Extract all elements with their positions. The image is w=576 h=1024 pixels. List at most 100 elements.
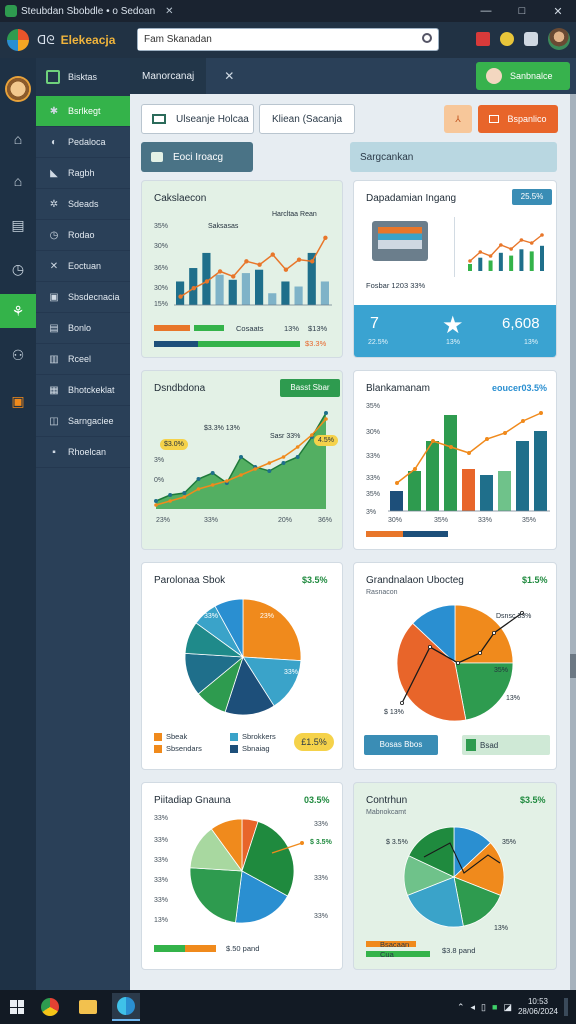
line-point [324,417,328,421]
toolbar-button-primary-label: Ulseanje Holcaa [176,113,249,125]
line-point [478,250,483,254]
report-icon[interactable]: ▣ [7,390,29,412]
network-icon[interactable]: ◪ [503,1002,512,1013]
sidebar-item-5[interactable]: ✕ Eoctuan [36,251,130,282]
footer-label: $.50 pand [226,944,260,953]
house-icon[interactable]: ⌂ [7,170,29,192]
line-point [395,481,399,485]
timer-icon[interactable]: ◷ [7,258,29,280]
section-header-left[interactable]: Eoci Iroacg [141,142,253,172]
card-contrhun: Contrhun $3.5% Mabnokcamt $ 3.5% 35% 13%… [353,782,557,970]
profile-avatar-icon[interactable] [5,76,31,102]
bar [294,286,303,305]
sidebar-item-11[interactable]: ▪ Rhoelcan [36,437,130,468]
x-tick: 35% [522,517,537,524]
annotation: $3.3% 13% [204,425,240,432]
sidebar-item-label: Pedaloca [68,137,106,147]
line-point [239,473,243,477]
legend-swatch [230,733,238,741]
settings-icon[interactable] [524,32,538,46]
line-point [521,419,525,423]
sidebar-item-label: Bhotckeklat [68,385,115,395]
bar [215,274,224,305]
user-avatar[interactable] [548,28,570,50]
line-point [488,254,493,258]
line-point [540,233,544,237]
show-desktop-button[interactable] [564,998,568,1016]
sidebar-item-0[interactable]: ✱ Bsrlkegt [36,96,130,127]
x-tick: 33% [478,517,493,524]
card-secondary-button[interactable]: Bsad [462,735,550,755]
chevron-up-icon[interactable]: ⌃ [457,1002,465,1013]
legend-label: Bsacaan [380,940,410,949]
file-explorer-icon[interactable] [74,993,102,1021]
clock[interactable]: 10:53 28/06/2024 [518,997,558,1017]
sidebar-item-3[interactable]: ✲ Sdeads [36,189,130,220]
chrome-icon[interactable] [36,993,64,1021]
export-button[interactable]: Bspanlico [478,105,558,133]
sidebar-item-9[interactable]: ▦ Bhotckeklat [36,375,130,406]
close-button[interactable]: ✕ [540,5,576,18]
wand-button[interactable]: ⅄ [444,105,472,133]
caption: Fosbar 1203 33% [366,281,426,290]
line-point [413,467,417,471]
line-point [468,259,472,263]
home-icon[interactable]: ⌂ [7,128,29,150]
bar [516,441,529,511]
annotation: 35% [494,667,509,674]
line-point [225,479,229,483]
toolbar-button-secondary[interactable]: Kliean (Sacanja [259,104,355,134]
search-input[interactable] [138,29,408,50]
line-point [244,259,249,264]
windows-start-icon[interactable] [10,1000,24,1014]
color-picker-icon[interactable] [500,32,514,46]
sidebar-item-6[interactable]: ▣ Sbsdecnacia [36,282,130,313]
profile-tab[interactable]: Sanbnalce [476,62,570,90]
analytics-icon[interactable]: ⚘ [0,294,36,328]
app-header: ᗡᘓ Elekeacja [0,22,576,58]
line-point [204,279,210,284]
tab-close-icon[interactable]: ✕ [165,6,173,17]
speaker-icon[interactable]: ◂ [471,1002,476,1013]
search-box[interactable] [137,28,439,51]
sidebar-item-4[interactable]: ◷ Rodao [36,220,130,251]
browser-icon[interactable] [112,993,140,1021]
card-parolonaa: Parolonaa Sbok $3.5% 23% 33% 33% Sbeak S… [141,562,343,770]
pin-icon[interactable]: ✕ [224,69,234,83]
maximize-button[interactable]: □ [504,5,540,18]
line-point [231,274,236,279]
section-header-right[interactable]: Sargcankan [350,142,557,172]
card-action-button[interactable]: Bosas Bbos [364,735,438,755]
minimize-button[interactable]: — [468,5,504,18]
sidebar-header-label: Bisktas [68,72,98,82]
users-icon[interactable]: ⚇ [7,344,29,366]
sidebar-item-1[interactable]: ◐ Pedaloca [36,127,130,158]
area-point [267,469,272,473]
scrollbar-thumb[interactable] [570,654,576,678]
bar [228,279,237,305]
line-point [503,431,507,435]
sidebar-item-7[interactable]: ▤ Bonlo [36,313,130,344]
card-grandnalaon: Grandnalaon Ubocteg $1.5% Rasnacon Dsnsc… [353,562,557,770]
battery-icon[interactable]: ▯ [481,1002,486,1013]
app-tray-icon[interactable]: ■ [492,1002,497,1012]
sidebar-header[interactable]: Bisktas [36,58,130,96]
line-point [168,499,172,503]
toolbar-button-primary[interactable]: Ulseanje Holcaa [141,104,254,134]
brand-mark: ᗡᘓ [37,32,55,47]
document-icon[interactable]: ▤ [7,214,29,236]
sidebar-item-10[interactable]: ◫ Sarngaciee [36,406,130,437]
search-icon[interactable] [422,33,432,43]
sidebar-item-2[interactable]: ◣ Ragbh [36,158,130,189]
sidebar-item-8[interactable]: ▥ Rceel [36,344,130,375]
line-point [529,241,534,245]
scrollbar[interactable] [570,94,576,990]
tab-dashboard[interactable]: Manorcanaj [130,58,207,94]
sidebar-item-label: Sbsdecnacia [68,292,120,302]
notification-icon[interactable] [476,32,490,46]
line-point [295,445,300,449]
trend-point [456,661,461,666]
tab-title[interactable]: Steubdan Sbobdle • o Sedoan [21,6,155,17]
bar [534,431,547,511]
x-tick: 30% [388,517,403,524]
